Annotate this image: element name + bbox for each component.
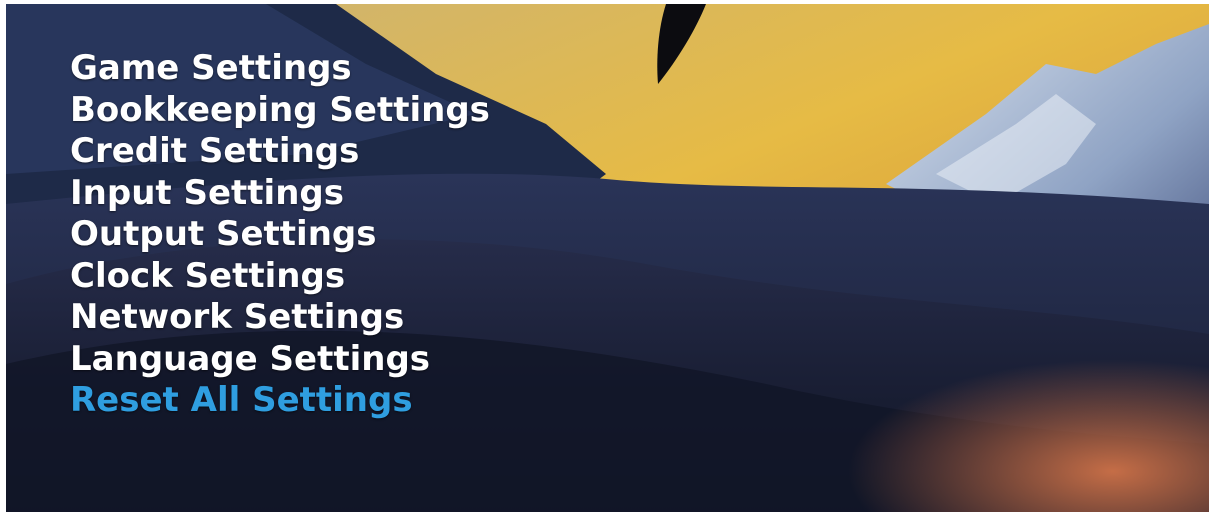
menu-item-clock-settings[interactable]: Clock Settings [70,256,490,298]
menu-item-output-settings[interactable]: Output Settings [70,214,490,256]
settings-screen: Game Settings Bookkeeping Settings Credi… [6,4,1209,512]
menu-item-reset-all-settings[interactable]: Reset All Settings [70,380,490,422]
menu-item-game-settings[interactable]: Game Settings [70,48,490,90]
menu-item-network-settings[interactable]: Network Settings [70,297,490,339]
menu-item-credit-settings[interactable]: Credit Settings [70,131,490,173]
menu-item-bookkeeping-settings[interactable]: Bookkeeping Settings [70,90,490,132]
settings-menu: Game Settings Bookkeeping Settings Credi… [70,48,490,422]
menu-item-input-settings[interactable]: Input Settings [70,173,490,215]
menu-item-language-settings[interactable]: Language Settings [70,339,490,381]
